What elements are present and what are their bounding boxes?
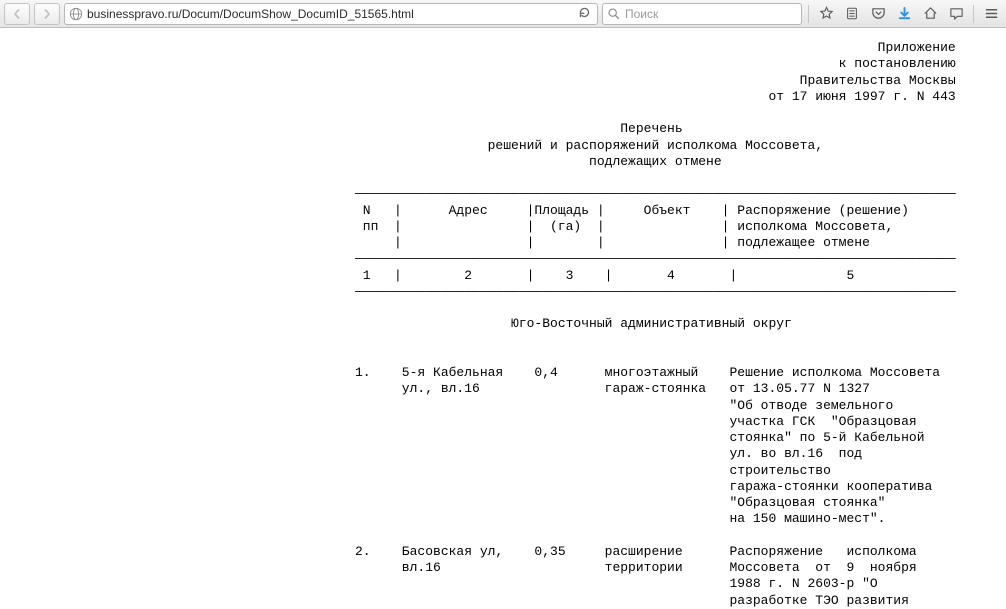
downloads-button[interactable] <box>893 3 915 25</box>
url-bar[interactable]: businesspravo.ru/Docum/DocumShow_DocumID… <box>64 3 598 25</box>
document-viewport: Приложение к постановлению Правительства… <box>0 28 1006 609</box>
clipboard-icon <box>845 6 859 21</box>
home-button[interactable] <box>919 3 941 25</box>
pocket-button[interactable] <box>867 3 889 25</box>
globe-icon <box>69 7 83 21</box>
back-button[interactable] <box>4 3 30 25</box>
home-icon <box>923 6 938 21</box>
forward-button[interactable] <box>34 3 60 25</box>
chat-icon <box>949 6 964 21</box>
toolbar-separator <box>808 5 809 23</box>
menu-button[interactable] <box>980 3 1002 25</box>
chevron-right-icon <box>42 9 52 19</box>
document-body: Приложение к постановлению Правительства… <box>0 40 1006 609</box>
chat-button[interactable] <box>945 3 967 25</box>
download-arrow-icon <box>897 6 912 21</box>
reader-button[interactable] <box>841 3 863 25</box>
star-icon <box>819 6 834 21</box>
chevron-left-icon <box>12 9 22 19</box>
browser-toolbar: businesspravo.ru/Docum/DocumShow_DocumID… <box>0 0 1006 28</box>
reload-button[interactable] <box>575 6 593 22</box>
pocket-icon <box>871 6 886 21</box>
hamburger-icon <box>984 6 999 21</box>
toolbar-separator <box>973 5 974 23</box>
reload-icon <box>578 6 591 19</box>
search-bar[interactable]: Поиск <box>602 3 802 25</box>
search-placeholder: Поиск <box>625 7 658 21</box>
search-icon <box>607 7 621 21</box>
bookmark-star-button[interactable] <box>815 3 837 25</box>
url-text: businesspravo.ru/Docum/DocumShow_DocumID… <box>87 7 571 21</box>
